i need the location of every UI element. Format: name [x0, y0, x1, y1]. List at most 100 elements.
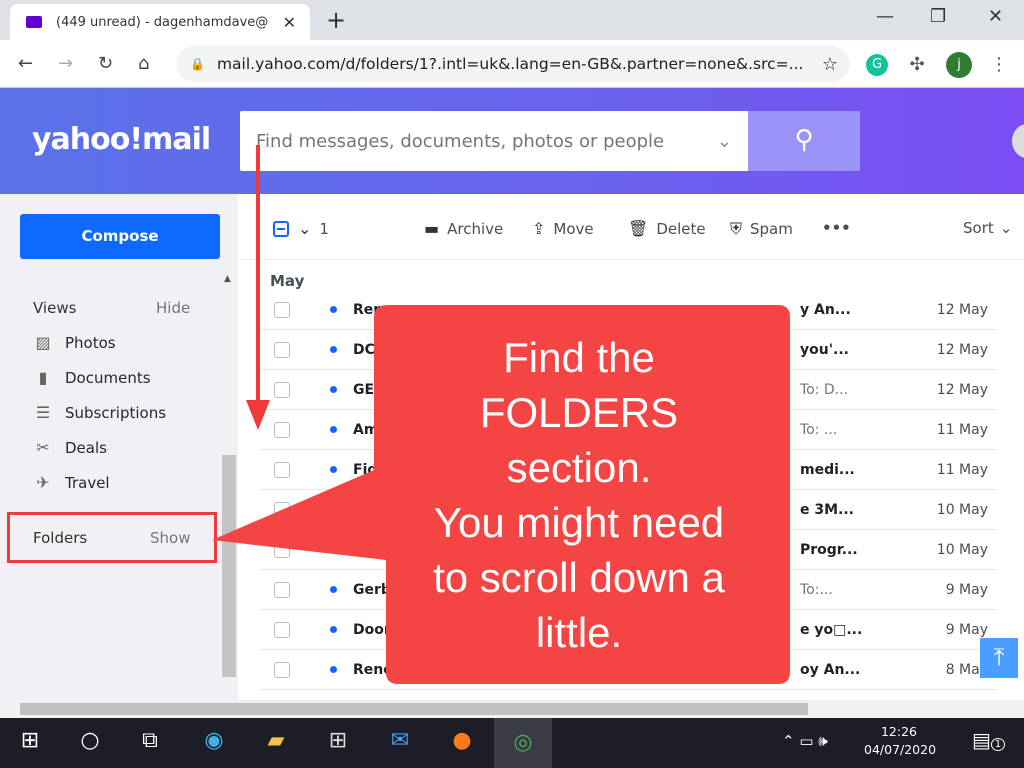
clock-date: 04/07/2020 — [864, 742, 937, 757]
photo-icon: ▨ — [35, 333, 51, 352]
row-checkbox[interactable] — [274, 661, 290, 678]
views-label: Views — [33, 299, 77, 317]
cortana-icon[interactable]: ○ — [72, 728, 108, 753]
callout-line: You might need — [433, 499, 725, 546]
back-icon[interactable]: ← — [18, 53, 33, 74]
row-checkbox[interactable] — [274, 341, 290, 358]
views-hide-button[interactable]: Hide — [156, 299, 190, 317]
selected-count: 1 — [319, 219, 329, 238]
trash-icon: 🗑 — [628, 219, 649, 238]
scroll-to-top-button[interactable]: ⤒ — [980, 638, 1018, 678]
plane-icon: ✈ — [36, 473, 50, 492]
search-input[interactable]: Find messages, documents, photos or peop… — [240, 111, 748, 171]
reload-icon[interactable]: ↻ — [98, 53, 113, 74]
sort-label: Sort — [963, 219, 994, 237]
unread-dot — [330, 386, 337, 393]
firefox-icon[interactable]: ● — [444, 728, 480, 753]
browser-menu-icon[interactable]: ⋮ — [988, 54, 1010, 76]
sidebar-item-label: Photos — [65, 333, 116, 352]
edge-icon[interactable]: ◉ — [196, 728, 232, 753]
taskbar-clock[interactable]: 12:26 04/07/2020 — [864, 723, 937, 759]
sidebar-item-photos[interactable]: ▨ Photos — [33, 333, 116, 352]
row-checkbox[interactable] — [274, 421, 290, 438]
minimize-icon[interactable]: — — [876, 6, 894, 27]
new-tab-button[interactable]: + — [326, 6, 346, 34]
subject: e yo□... — [800, 621, 863, 638]
select-dropdown[interactable]: ⌄ 1 — [298, 219, 329, 238]
windows-start-icon[interactable]: ⊞ — [12, 728, 48, 753]
chrome-icon[interactable]: ◎ — [494, 718, 552, 768]
close-tab-icon[interactable]: ✕ — [283, 13, 296, 32]
move-button[interactable]: ⇪ Move — [532, 219, 594, 238]
forward-icon[interactable]: → — [58, 53, 73, 74]
date: 9 May — [945, 581, 988, 598]
archive-label: Archive — [447, 219, 504, 238]
message-row[interactable]: Ren y An... 12 May — [260, 290, 998, 330]
grammarly-icon[interactable]: G — [866, 54, 888, 76]
row-checkbox[interactable] — [274, 621, 290, 638]
date: 11 May — [936, 421, 988, 438]
browser-tab[interactable]: (449 unread) - dagenhamdave@ ✕ — [10, 4, 310, 40]
bookmark-star-icon[interactable]: ☆ — [822, 54, 838, 75]
archive-icon: ▬ — [424, 219, 440, 238]
sort-button[interactable]: Sort ⌄ — [963, 219, 1012, 237]
row-checkbox[interactable] — [274, 381, 290, 398]
tab-title: (449 unread) - dagenhamdave@ — [56, 14, 269, 30]
callout-line: Find the — [503, 334, 655, 381]
unread-dot — [330, 506, 337, 513]
tray-icons[interactable]: ⌃ ▭ 🕪 — [782, 732, 828, 750]
sidebar-item-travel[interactable]: ✈ Travel — [33, 473, 109, 492]
select-all-checkbox[interactable] — [273, 221, 289, 237]
minus-icon — [277, 228, 285, 230]
profile-avatar[interactable]: j — [946, 52, 972, 78]
recipient: To: ... — [800, 421, 838, 438]
spam-shield-icon: ⛨ — [730, 219, 743, 238]
yahoo-mail-logo[interactable]: yahoo!mail — [32, 122, 211, 157]
more-button[interactable]: ••• — [822, 219, 851, 237]
archive-button[interactable]: ▬ Archive — [424, 219, 503, 238]
mail-icon[interactable]: ✉ — [382, 728, 418, 753]
row-checkbox[interactable] — [274, 581, 290, 598]
subject: Progr... — [800, 541, 858, 558]
recipient: To: D... — [800, 381, 849, 398]
subject: e 3M... — [800, 501, 854, 518]
sidebar-item-deals[interactable]: ✂ Deals — [33, 438, 107, 457]
date: 12 May — [936, 341, 988, 358]
yahoo-mail-favicon — [26, 16, 42, 28]
unread-dot — [330, 586, 337, 593]
sender: Ren — [353, 301, 384, 318]
folders-highlight-box — [7, 512, 217, 563]
home-icon[interactable]: ⌂ — [138, 53, 149, 74]
row-checkbox[interactable] — [274, 541, 290, 558]
delete-button[interactable]: 🗑 Delete — [628, 219, 706, 238]
file-explorer-icon[interactable]: ▰ — [258, 728, 294, 753]
chevron-down-icon[interactable]: ⌄ — [717, 131, 732, 152]
close-window-icon[interactable]: ✕ — [988, 6, 1003, 27]
row-checkbox[interactable] — [274, 501, 290, 518]
maximize-icon[interactable]: ❐ — [930, 6, 946, 27]
delete-label: Delete — [656, 219, 706, 238]
notifications-icon[interactable]: ▤ 1 — [972, 728, 1006, 752]
scissors-icon: ✂ — [36, 438, 50, 457]
compose-button[interactable]: Compose — [20, 214, 220, 259]
search-button[interactable]: ⚲ — [748, 111, 860, 171]
horizontal-scroll-thumb[interactable] — [20, 703, 808, 715]
unread-dot — [330, 306, 337, 313]
arrow-up-icon: ⤒ — [993, 643, 1005, 671]
extensions-icon[interactable]: ✣ — [906, 54, 928, 76]
row-checkbox[interactable] — [274, 301, 290, 318]
sidebar-item-subscriptions[interactable]: ☰ Subscriptions — [33, 403, 166, 422]
store-icon[interactable]: ⊞ — [320, 728, 356, 753]
url-bar[interactable]: 🔒 mail.yahoo.com/d/folders/1?.intl=uk&.la… — [176, 46, 850, 82]
chevron-down-icon: ⌄ — [298, 219, 312, 238]
sidebar-scrollbar[interactable] — [222, 455, 236, 677]
sidebar-item-label: Subscriptions — [65, 403, 167, 422]
callout-text: Find the FOLDERS section. You might need to … — [384, 330, 774, 660]
task-view-icon[interactable]: ⧉ — [132, 728, 168, 753]
spam-button[interactable]: ⛨ Spam — [730, 219, 793, 239]
lock-icon: 🔒 — [190, 57, 205, 71]
row-checkbox[interactable] — [274, 461, 290, 478]
scroll-up-icon[interactable]: ▲ — [224, 274, 231, 284]
sidebar-item-documents[interactable]: ▮ Documents — [33, 368, 151, 387]
sender: Renew — [353, 661, 406, 678]
